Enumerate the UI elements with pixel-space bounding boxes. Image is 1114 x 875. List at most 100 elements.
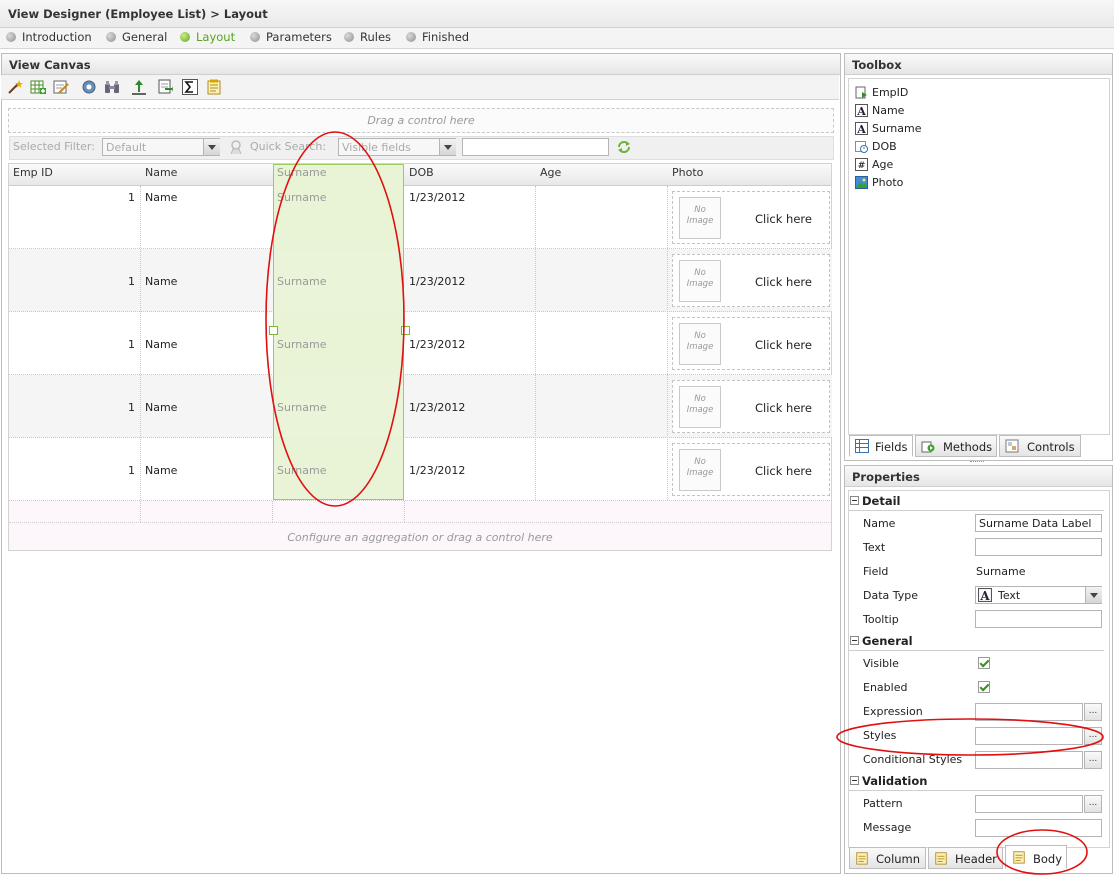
photo-upload-box[interactable]: No Image Click here [672,380,830,433]
binoculars-icon[interactable] [104,79,120,95]
toolbox-item-name[interactable]: A Name [855,104,904,117]
column-header-photo[interactable]: Photo [672,166,703,179]
photo-upload-box[interactable]: No Image Click here [672,191,830,244]
column-header-emp-id[interactable]: Emp ID [13,166,53,179]
refresh-icon[interactable] [616,139,632,155]
photo-upload-box[interactable]: No Image Click here [672,254,830,307]
top-drop-zone[interactable]: Drag a control here [8,108,834,133]
fields-tab-icon [855,439,869,453]
prop-label-visible: Visible [863,657,899,670]
toolbox-item-age[interactable]: # Age [855,158,893,171]
enabled-checkbox[interactable] [978,681,990,693]
autonumber-icon [855,86,867,99]
column-header-name[interactable]: Name [145,166,177,179]
section-detail[interactable]: Detail [849,493,1104,511]
tab-label: Methods [943,440,993,454]
column-header-dob[interactable]: DOB [409,166,434,179]
toolbox-item-surname[interactable]: A Surname [855,122,921,135]
photo-click-here[interactable]: Click here [755,275,812,289]
step-layout[interactable]: Layout [180,30,235,44]
photo-click-here[interactable]: Click here [755,464,812,478]
selected-filter-value: Default [106,141,147,154]
tab-header[interactable]: Header [928,847,1003,869]
ellipsis-label: ... [1088,798,1098,808]
chevron-down-icon[interactable] [1085,587,1102,603]
wizard-icon[interactable] [7,79,23,95]
edit-icon[interactable] [53,79,69,95]
resize-handle-left[interactable] [269,326,278,335]
sigma-icon[interactable] [182,79,198,95]
prop-conditional-styles-input[interactable] [975,751,1083,769]
photo-upload-box[interactable]: No Image Click here [672,317,830,370]
no-image-placeholder: No Image [679,449,721,491]
prop-datatype-select[interactable]: Text [975,586,1102,604]
prop-name-input[interactable]: Surname Data Label [975,514,1102,532]
photo-click-here[interactable]: Click here [755,212,812,226]
prop-label-message: Message [863,821,912,834]
panel-splitter[interactable] [970,461,984,464]
tab-controls[interactable]: Controls [999,435,1081,457]
no-image-text: Image [686,216,714,226]
section-title: Validation [862,774,928,788]
photo-click-here[interactable]: Click here [755,401,812,415]
resize-handle-right[interactable] [401,326,410,335]
ellipsis-label: ... [1088,706,1098,716]
cell-empid: 1 [128,464,135,477]
tab-fields[interactable]: Fields [849,435,913,457]
date-field-icon [855,141,868,153]
no-image-text: No [694,205,706,215]
tab-body[interactable]: Body [1005,845,1067,869]
step-general[interactable]: General [106,30,167,44]
collapse-icon[interactable] [850,636,859,645]
photo-click-here[interactable]: Click here [755,338,812,352]
section-general[interactable]: General [849,633,1104,651]
step-parameters[interactable]: Parameters [250,30,332,44]
column-header-surname[interactable]: Surname [277,166,326,179]
toolbox-item-empid[interactable]: EmpID [855,86,908,99]
tab-label: Header [955,852,997,866]
step-dot-icon [180,32,190,42]
expression-ellipsis-button[interactable]: ... [1084,703,1102,721]
photo-upload-box[interactable]: No Image Click here [672,443,830,496]
aggregation-row[interactable] [9,501,831,523]
prop-pattern-input[interactable] [975,795,1083,813]
toolbox-item-dob[interactable]: DOB [855,140,897,153]
prop-expression-input[interactable] [975,703,1083,721]
step-label: Finished [422,30,470,44]
prop-tooltip-input[interactable] [975,610,1102,628]
collapse-icon[interactable] [850,496,859,505]
step-finished[interactable]: Finished [406,30,469,44]
add-table-icon[interactable] [30,79,46,95]
toolbox-item-photo[interactable]: Photo [855,176,903,189]
pattern-ellipsis-button[interactable]: ... [1084,795,1102,813]
no-image-placeholder: No Image [679,197,721,239]
upload-icon[interactable] [131,79,147,95]
prop-label-pattern: Pattern [863,797,903,810]
column-separator [404,501,405,522]
settings-icon[interactable] [81,79,97,95]
tab-methods[interactable]: Methods [915,435,997,457]
notes-icon[interactable] [206,79,222,95]
step-introduction[interactable]: Introduction [6,30,92,44]
prop-datatype-value: Text [998,589,1021,602]
cell-name: Name [145,275,178,288]
prop-text-input[interactable] [975,538,1102,556]
section-validation[interactable]: Validation [849,773,1104,791]
chevron-down-icon[interactable] [439,139,456,155]
quick-search-input[interactable] [462,138,609,156]
svg-text:#: # [858,161,866,171]
collapse-icon[interactable] [850,776,859,785]
column-header-age[interactable]: Age [540,166,561,179]
export-icon[interactable] [157,79,173,95]
tab-column[interactable]: Column [849,847,926,869]
prop-styles-input[interactable] [975,727,1083,745]
image-field-icon [855,176,868,189]
styles-ellipsis-button[interactable]: ... [1084,727,1102,745]
chevron-down-icon[interactable] [203,139,220,155]
prop-message-input[interactable] [975,819,1102,837]
visible-checkbox[interactable] [978,657,990,669]
conditional-styles-ellipsis-button[interactable]: ... [1084,751,1102,769]
step-rules[interactable]: Rules [344,30,391,44]
cell-dob: 1/23/2012 [409,338,466,351]
aggregation-drop-zone[interactable]: Configure an aggregation or drag a contr… [9,523,831,550]
